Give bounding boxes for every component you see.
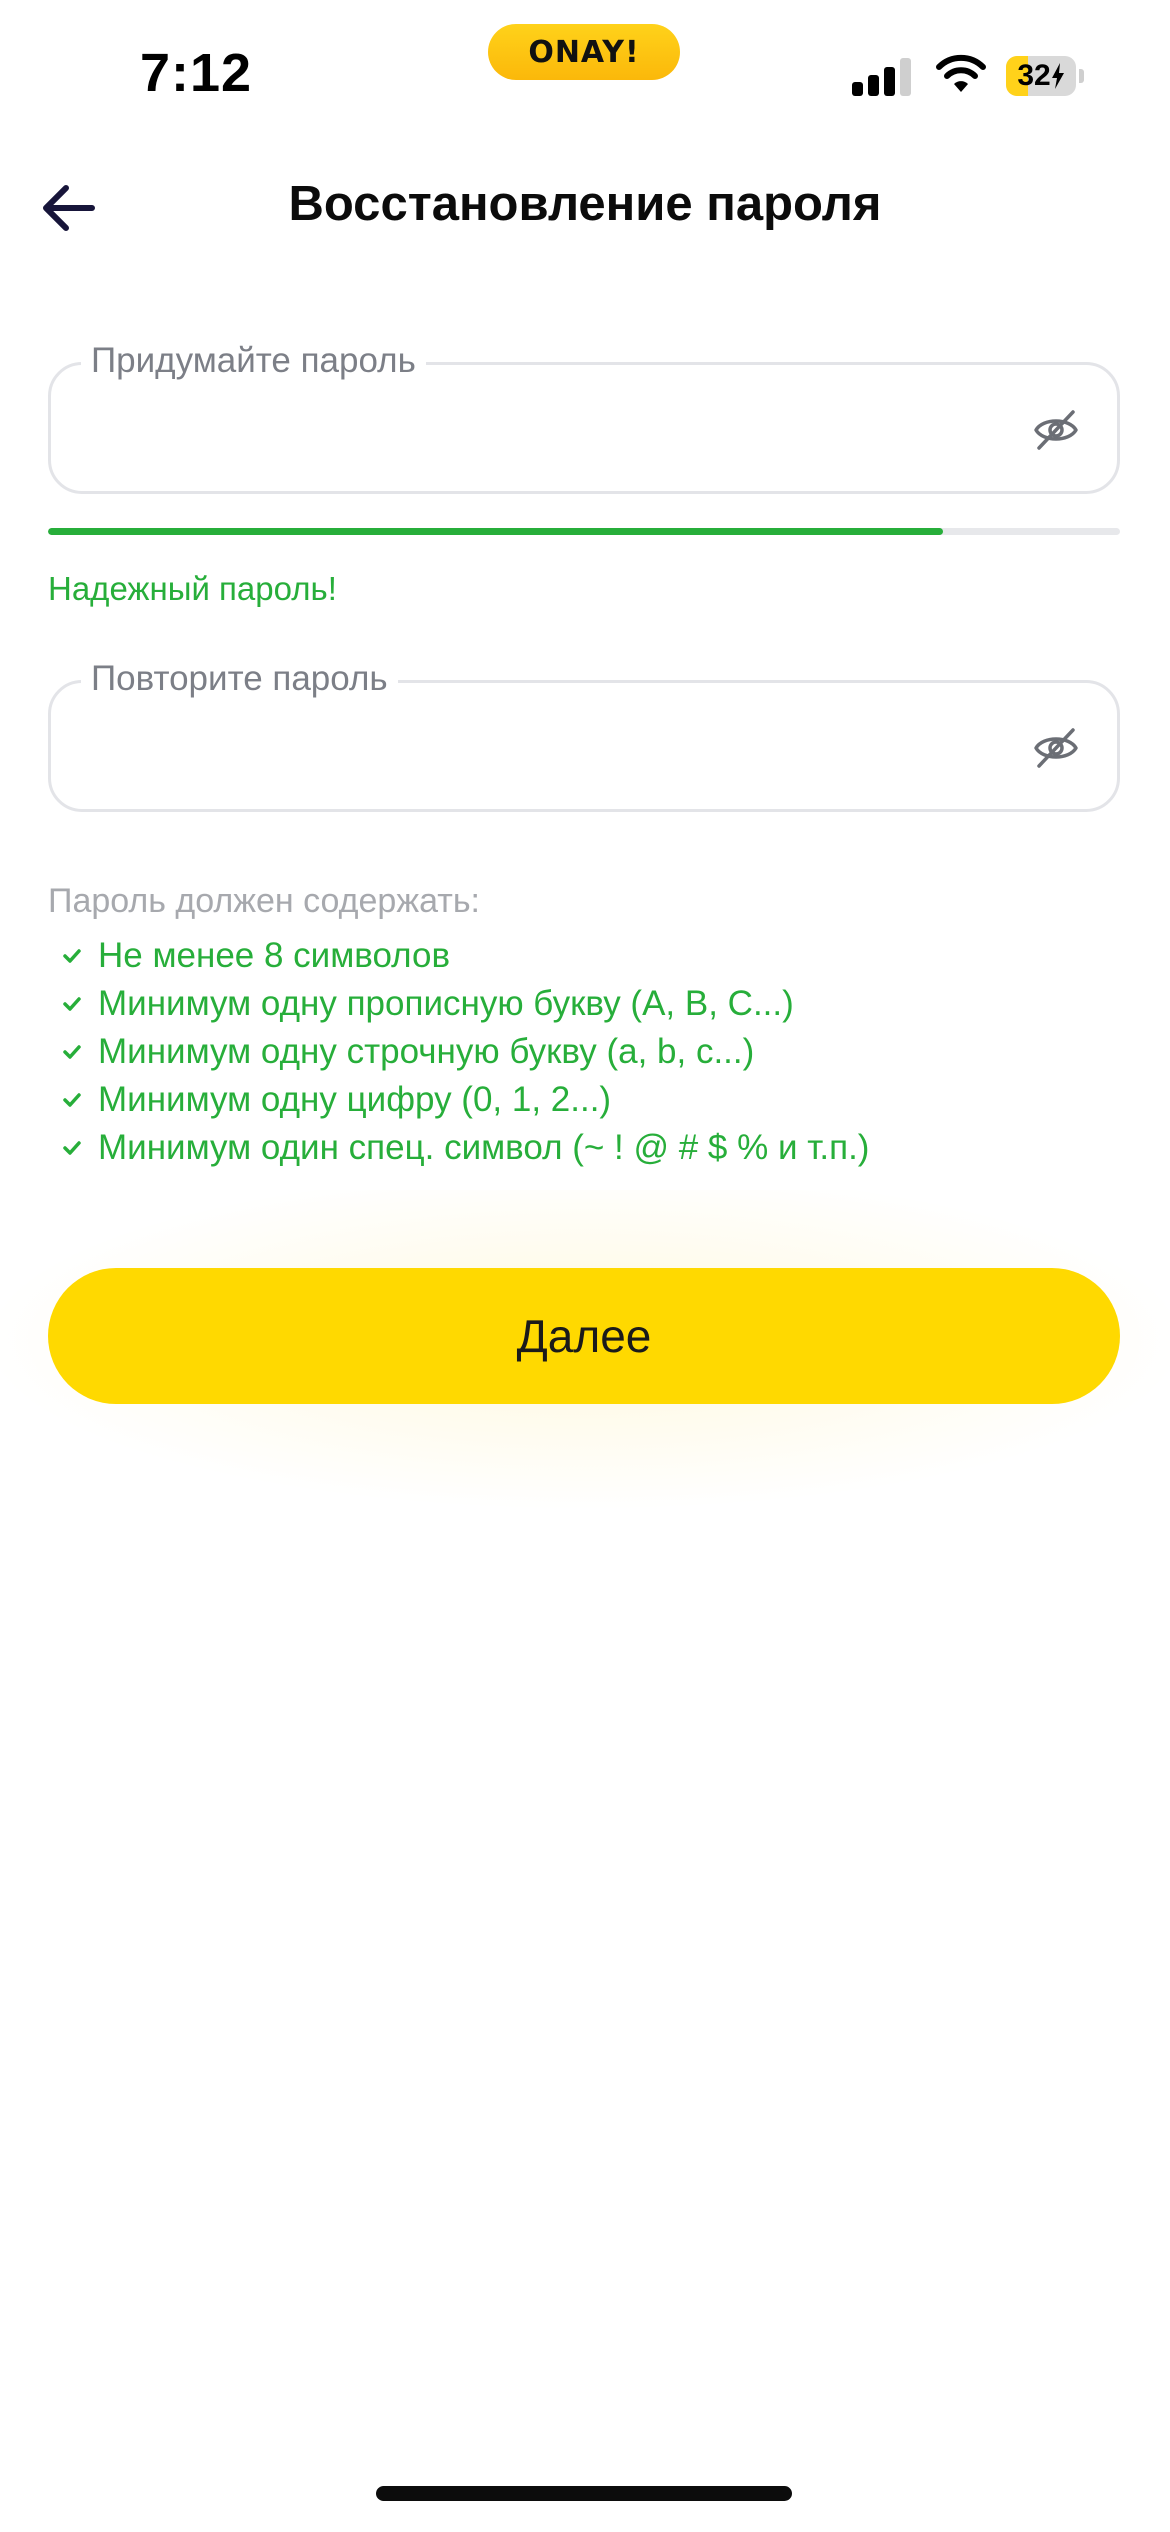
checkmark-icon: [63, 1093, 81, 1107]
back-button[interactable]: [36, 176, 100, 240]
requirement-text: Минимум один спец. символ (~ ! @ # $ % и…: [98, 1128, 870, 1167]
status-time: 7:12: [140, 43, 253, 103]
requirement-item: Минимум одну строчную букву (a, b, c...): [62, 1028, 869, 1076]
onay-island-badge: ONAY!: [488, 24, 680, 80]
charging-bolt-icon: [1051, 63, 1064, 89]
requirement-item: Минимум одну цифру (0, 1, 2...): [62, 1076, 869, 1124]
password-strength-bar: [48, 528, 1120, 535]
eye-off-icon[interactable]: [1033, 409, 1079, 451]
requirement-text: Не менее 8 символов: [98, 936, 451, 975]
checkmark-icon: [63, 997, 81, 1011]
repeat-password-label: Повторите пароль: [81, 653, 398, 705]
new-password-label: Придумайте пароль: [81, 335, 426, 387]
home-indicator[interactable]: [376, 2486, 792, 2501]
battery-icon: 32: [1006, 56, 1084, 96]
requirement-item: Не менее 8 символов: [62, 932, 869, 980]
status-bar: 7:12 ONAY! 32: [0, 0, 1170, 150]
new-password-field[interactable]: Придумайте пароль: [48, 335, 1120, 494]
page-title: Восстановление пароля: [288, 177, 882, 231]
requirement-text: Минимум одну строчную букву (a, b, c...): [98, 1032, 755, 1071]
checkmark-icon: [63, 1141, 81, 1155]
repeat-password-field[interactable]: Повторите пароль: [48, 653, 1120, 812]
password-strength-text: Надежный пароль!: [48, 570, 337, 607]
requirements-list: Не менее 8 символов Минимум одну прописн…: [62, 932, 869, 1172]
checkmark-icon: [63, 1045, 81, 1059]
arrow-left-icon: [43, 185, 95, 231]
checkmark-icon: [63, 949, 81, 963]
onay-island-label: ONAY!: [528, 34, 640, 70]
new-password-input[interactable]: [85, 395, 989, 467]
password-strength-fill: [48, 528, 944, 535]
signal-icon: [852, 58, 914, 96]
eye-off-icon[interactable]: [1033, 727, 1079, 769]
wifi-icon: [936, 54, 986, 92]
next-button-label: Далее: [516, 1310, 652, 1362]
requirement-item: Минимум один спец. символ (~ ! @ # $ % и…: [62, 1124, 869, 1172]
battery-level-text: 32: [1017, 59, 1051, 92]
requirement-text: Минимум одну прописную букву (A, B, C...…: [98, 984, 794, 1023]
requirement-text: Минимум одну цифру (0, 1, 2...): [98, 1080, 612, 1119]
next-button[interactable]: Далее: [48, 1268, 1120, 1404]
requirements-title: Пароль должен содержать:: [48, 882, 480, 920]
repeat-password-input[interactable]: [85, 713, 989, 785]
requirement-item: Минимум одну прописную букву (A, B, C...…: [62, 980, 869, 1028]
